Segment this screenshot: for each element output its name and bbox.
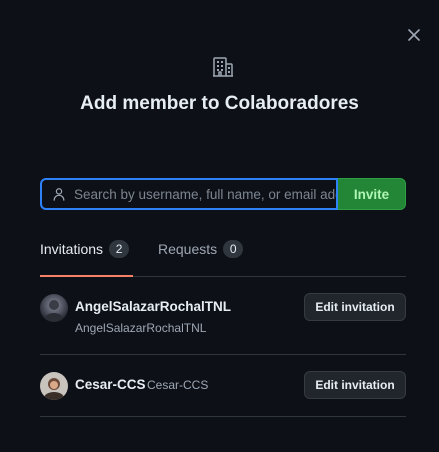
search-row: Invite — [40, 178, 406, 210]
add-member-dialog: Add member to Colaboradores Invite Invit… — [0, 0, 439, 452]
member-name[interactable]: AngelSalazarRochalTNL — [75, 299, 231, 314]
invitation-row: AngelSalazarRochalTNL AngelSalazarRochal… — [40, 277, 406, 355]
person-icon — [53, 188, 65, 201]
invitation-row: Cesar-CCS Cesar-CCS Edit invitation — [40, 355, 406, 417]
member-name[interactable]: Cesar-CCS — [75, 377, 146, 392]
count-badge: 0 — [223, 240, 244, 258]
dialog-title: Add member to Colaboradores — [80, 93, 359, 114]
tab-label: Requests — [158, 241, 218, 257]
tab-bar: Invitations 2 Requests 0 — [40, 236, 406, 277]
tab-label: Invitations — [40, 241, 104, 257]
close-icon — [408, 29, 420, 41]
close-button[interactable] — [403, 24, 425, 46]
search-field[interactable] — [40, 178, 338, 210]
avatar[interactable] — [40, 372, 68, 400]
member-login: Cesar-CCS — [147, 378, 209, 392]
organization-icon — [213, 57, 233, 77]
tab-requests[interactable]: Requests 0 — [158, 236, 244, 276]
member-login: AngelSalazarRochalTNL — [75, 321, 207, 335]
tab-invitations[interactable]: Invitations 2 — [40, 236, 133, 277]
edit-invitation-button[interactable]: Edit invitation — [304, 371, 406, 399]
avatar[interactable] — [40, 294, 68, 322]
count-badge: 2 — [109, 240, 130, 258]
search-input[interactable] — [74, 186, 336, 202]
invite-button[interactable]: Invite — [338, 178, 406, 210]
edit-invitation-button[interactable]: Edit invitation — [304, 293, 406, 321]
